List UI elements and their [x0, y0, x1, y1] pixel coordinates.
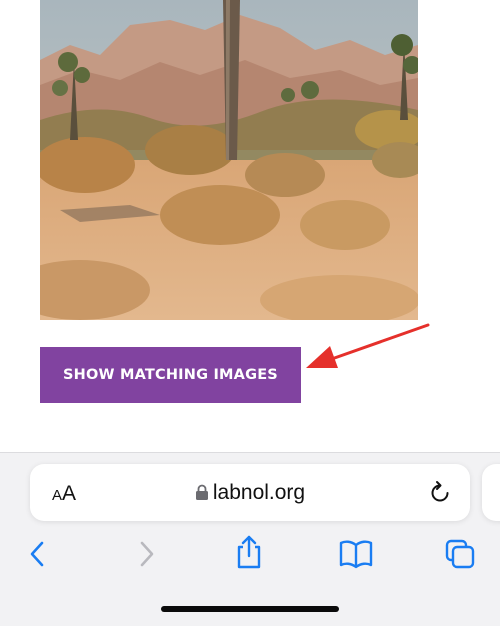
address-bar[interactable]: AA labnol.org — [30, 464, 470, 521]
reload-icon[interactable] — [428, 480, 452, 506]
red-arrow-annotation — [306, 323, 430, 368]
book-icon — [339, 540, 373, 569]
chevron-right-icon — [140, 541, 154, 567]
next-tab-peek[interactable] — [482, 464, 500, 521]
share-icon — [237, 535, 261, 569]
bookmarks-button[interactable] — [336, 536, 376, 572]
tabs-button[interactable] — [442, 536, 478, 572]
share-button[interactable] — [231, 534, 267, 570]
show-matching-images-button[interactable]: SHOW MATCHING IMAGES — [40, 347, 301, 403]
tabs-icon — [445, 539, 475, 569]
home-indicator[interactable] — [161, 606, 339, 612]
chevron-left-icon — [30, 541, 44, 567]
back-button[interactable] — [20, 536, 56, 572]
forward-button[interactable] — [128, 536, 164, 572]
desert-photo — [40, 0, 418, 320]
lock-icon — [195, 484, 208, 500]
url-text[interactable]: labnol.org — [213, 481, 305, 505]
text-size-button[interactable]: AA — [42, 476, 86, 510]
